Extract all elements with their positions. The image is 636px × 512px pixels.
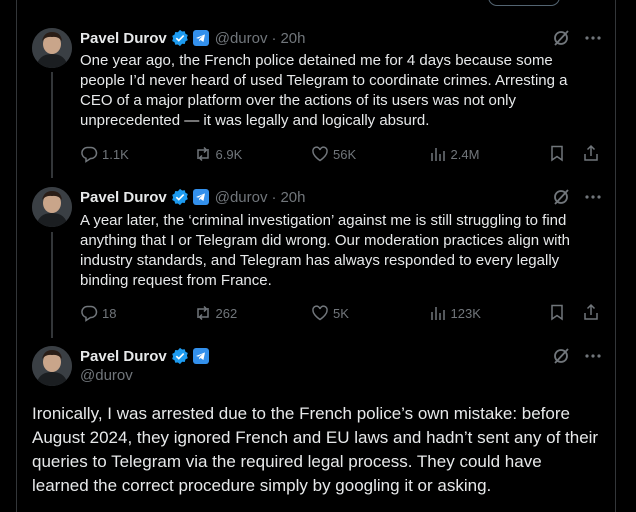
timestamp[interactable]: 20h	[280, 189, 305, 206]
reply-icon	[81, 305, 98, 322]
author-handle[interactable]: @durov	[215, 189, 268, 206]
left-border	[16, 0, 17, 512]
tweet-actions: 18 262 5K 123K	[80, 303, 600, 323]
tweet-header: Pavel Durov	[80, 346, 209, 366]
reply-count: 18	[102, 305, 117, 321]
repost-button[interactable]: 6.9K	[194, 145, 312, 163]
tweet-header-icons	[552, 29, 602, 47]
avatar[interactable]	[32, 28, 72, 68]
more-icon[interactable]	[584, 188, 602, 206]
bookmark-icon[interactable]	[548, 144, 566, 165]
author-name[interactable]: Pavel Durov	[80, 30, 167, 47]
grok-icon[interactable]	[552, 347, 570, 365]
author-name[interactable]: Pavel Durov	[80, 189, 167, 206]
more-icon[interactable]	[584, 29, 602, 47]
like-button[interactable]: 56K	[311, 145, 429, 163]
top-button-fragment[interactable]	[488, 0, 560, 6]
author-handle[interactable]: @durov	[80, 367, 133, 384]
bookmark-icon[interactable]	[548, 303, 566, 324]
views-count: 2.4M	[450, 146, 480, 162]
share-icon[interactable]	[582, 144, 600, 165]
thread-line	[51, 232, 53, 338]
avatar[interactable]	[32, 346, 72, 386]
views-icon	[430, 148, 445, 161]
thread-line	[51, 72, 53, 178]
repost-button[interactable]: 262	[194, 304, 312, 322]
tweet-text: A year later, the ‘criminal investigatio…	[80, 212, 570, 289]
share-icon[interactable]	[582, 303, 600, 324]
like-icon	[312, 146, 328, 162]
more-icon[interactable]	[584, 347, 602, 365]
author-handle[interactable]: @durov	[215, 30, 268, 47]
separator-dot: ·	[271, 29, 277, 47]
avatar[interactable]	[32, 187, 72, 227]
tweet-header-icons	[552, 347, 602, 365]
grok-icon[interactable]	[552, 29, 570, 47]
repost-icon	[196, 146, 209, 162]
reply-icon	[81, 146, 98, 163]
like-count: 56K	[333, 146, 357, 162]
verified-badge-icon[interactable]	[171, 347, 189, 365]
tweet-text: Ironically, I was arrested due to the Fr…	[32, 404, 599, 495]
like-icon	[312, 305, 328, 321]
right-border	[615, 0, 616, 512]
repost-count: 6.9K	[215, 146, 243, 162]
like-count: 5K	[333, 305, 349, 321]
views-button[interactable]: 123K	[429, 304, 548, 322]
like-button[interactable]: 5K	[311, 304, 429, 322]
tweet-actions: 1.1K 6.9K 56K 2.4M	[80, 144, 600, 164]
grok-icon[interactable]	[552, 188, 570, 206]
reply-button[interactable]: 1.1K	[80, 145, 194, 163]
verified-badge-icon[interactable]	[171, 29, 189, 47]
views-icon	[430, 307, 445, 320]
tweet-header-icons	[552, 188, 602, 206]
tweet-header: Pavel Durov @durov · 20h	[80, 187, 306, 207]
author-name[interactable]: Pavel Durov	[80, 348, 167, 365]
views-button[interactable]: 2.4M	[429, 145, 548, 163]
views-count: 123K	[450, 305, 481, 321]
repost-count: 262	[215, 305, 238, 321]
telegram-affiliate-icon[interactable]	[192, 348, 209, 364]
telegram-affiliate-icon[interactable]	[192, 189, 209, 205]
reply-count: 1.1K	[102, 146, 129, 162]
reply-button[interactable]: 18	[80, 304, 194, 322]
separator-dot: ·	[271, 188, 277, 206]
repost-icon	[196, 305, 209, 321]
timestamp[interactable]: 20h	[280, 30, 305, 47]
telegram-affiliate-icon[interactable]	[192, 30, 209, 46]
tweet-text: One year ago, the French police detained…	[80, 52, 568, 129]
tweet-header: Pavel Durov @durov · 20h	[80, 28, 306, 48]
verified-badge-icon[interactable]	[171, 188, 189, 206]
